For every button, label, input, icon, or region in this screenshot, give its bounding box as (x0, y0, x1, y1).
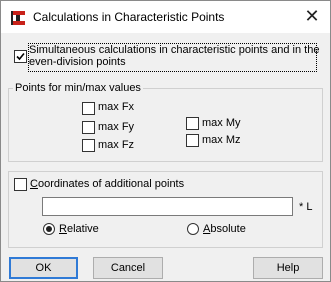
cancel-button[interactable]: Cancel (93, 257, 163, 279)
radio-selected-dot (46, 226, 52, 232)
absolute-label-text: bsolute (210, 223, 246, 235)
minmax-group-title: Points for min/max values (13, 82, 143, 94)
max-fx-label[interactable]: max Fx (98, 101, 134, 113)
max-fx-checkbox[interactable] (82, 102, 95, 115)
simultaneous-label[interactable]: Simultaneous calculations in characteris… (29, 44, 319, 68)
max-fy-label[interactable]: max Fy (98, 121, 134, 133)
relative-label[interactable]: Relative (59, 223, 99, 235)
max-fz-label[interactable]: max Fz (98, 139, 134, 151)
max-fy-checkbox[interactable] (82, 121, 95, 134)
help-button[interactable]: Help (253, 257, 323, 279)
ok-button[interactable]: OK (9, 257, 78, 279)
additional-points-label-text: oordinates of additional points (37, 178, 185, 190)
absolute-label[interactable]: Absolute (203, 223, 246, 235)
max-my-label[interactable]: max My (202, 117, 241, 129)
window-title: Calculations in Characteristic Points (33, 10, 225, 24)
additional-points-label[interactable]: Coordinates of additional points (30, 178, 184, 190)
max-my-checkbox[interactable] (186, 117, 199, 130)
relative-label-text: elative (66, 223, 99, 235)
max-fz-checkbox[interactable] (82, 139, 95, 152)
simultaneous-checkbox[interactable] (14, 50, 27, 63)
max-mz-label[interactable]: max Mz (202, 134, 241, 146)
simultaneous-label-line1: Simultaneous calculations in characteris… (29, 44, 320, 56)
absolute-radio[interactable] (187, 223, 199, 235)
additional-points-checkbox[interactable] (14, 178, 27, 191)
simultaneous-label-line2: even-division points (29, 56, 126, 68)
max-mz-checkbox[interactable] (186, 134, 199, 147)
relative-radio[interactable] (43, 223, 55, 235)
app-icon (11, 11, 25, 25)
close-button[interactable]: ✕ (298, 3, 326, 29)
dialog-window: Calculations in Characteristic Points ✕ … (0, 0, 331, 282)
minmax-group (8, 88, 323, 162)
title-bar: Calculations in Characteristic Points ✕ (1, 1, 330, 33)
unit-label: * L (299, 201, 313, 213)
relative-accesskey: R (59, 223, 67, 235)
additional-points-input[interactable] (42, 197, 293, 216)
checkmark-icon (16, 52, 25, 61)
close-icon: ✕ (304, 6, 320, 26)
additional-points-accesskey: C (30, 178, 38, 190)
